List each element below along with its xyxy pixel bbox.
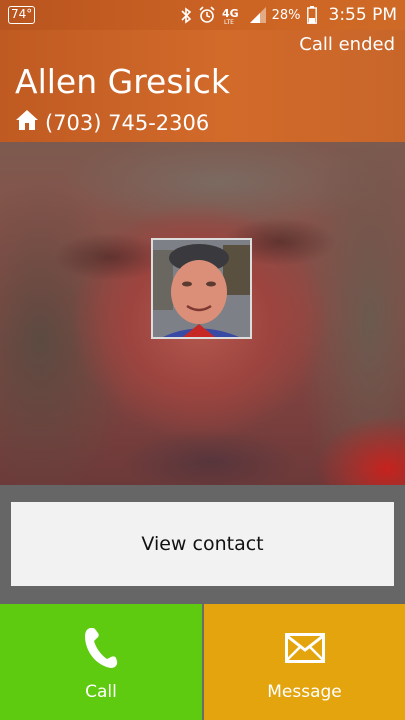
- call-button[interactable]: Call: [0, 604, 202, 720]
- weather-temperature: 74°: [8, 6, 36, 24]
- message-button[interactable]: Message: [204, 604, 405, 720]
- call-label: Call: [85, 682, 117, 702]
- battery-icon: [306, 6, 317, 24]
- alarm-clock-icon: [198, 6, 216, 24]
- envelope-icon: [284, 624, 325, 672]
- phone-icon: [83, 624, 119, 672]
- bluetooth-icon: [180, 6, 192, 24]
- call-header: Call ended Allen Gresick (703) 745-2306: [0, 30, 405, 142]
- call-status-label: Call ended: [299, 34, 395, 55]
- contact-photo-thumbnail: [151, 238, 252, 339]
- battery-percentage: 28%: [271, 7, 301, 23]
- home-icon: [15, 109, 39, 136]
- clock-time: 3:55 PM: [328, 5, 398, 25]
- view-contact-button[interactable]: View contact: [11, 502, 394, 586]
- message-label: Message: [267, 682, 342, 702]
- phone-number: (703) 745-2306: [45, 110, 210, 135]
- phone-number-row: (703) 745-2306: [15, 109, 209, 136]
- status-icons: 4G LTE 28% 3:55 PM: [180, 5, 397, 25]
- signal-strength-icon: [249, 7, 266, 23]
- status-bar: 74° 4G LTE 28% 3:55 PM: [0, 0, 405, 30]
- contact-name: Allen Gresick: [15, 62, 230, 101]
- svg-text:LTE: LTE: [224, 19, 234, 24]
- network-4g-lte-icon: 4G LTE: [222, 6, 244, 24]
- contact-photo-background: [0, 142, 405, 485]
